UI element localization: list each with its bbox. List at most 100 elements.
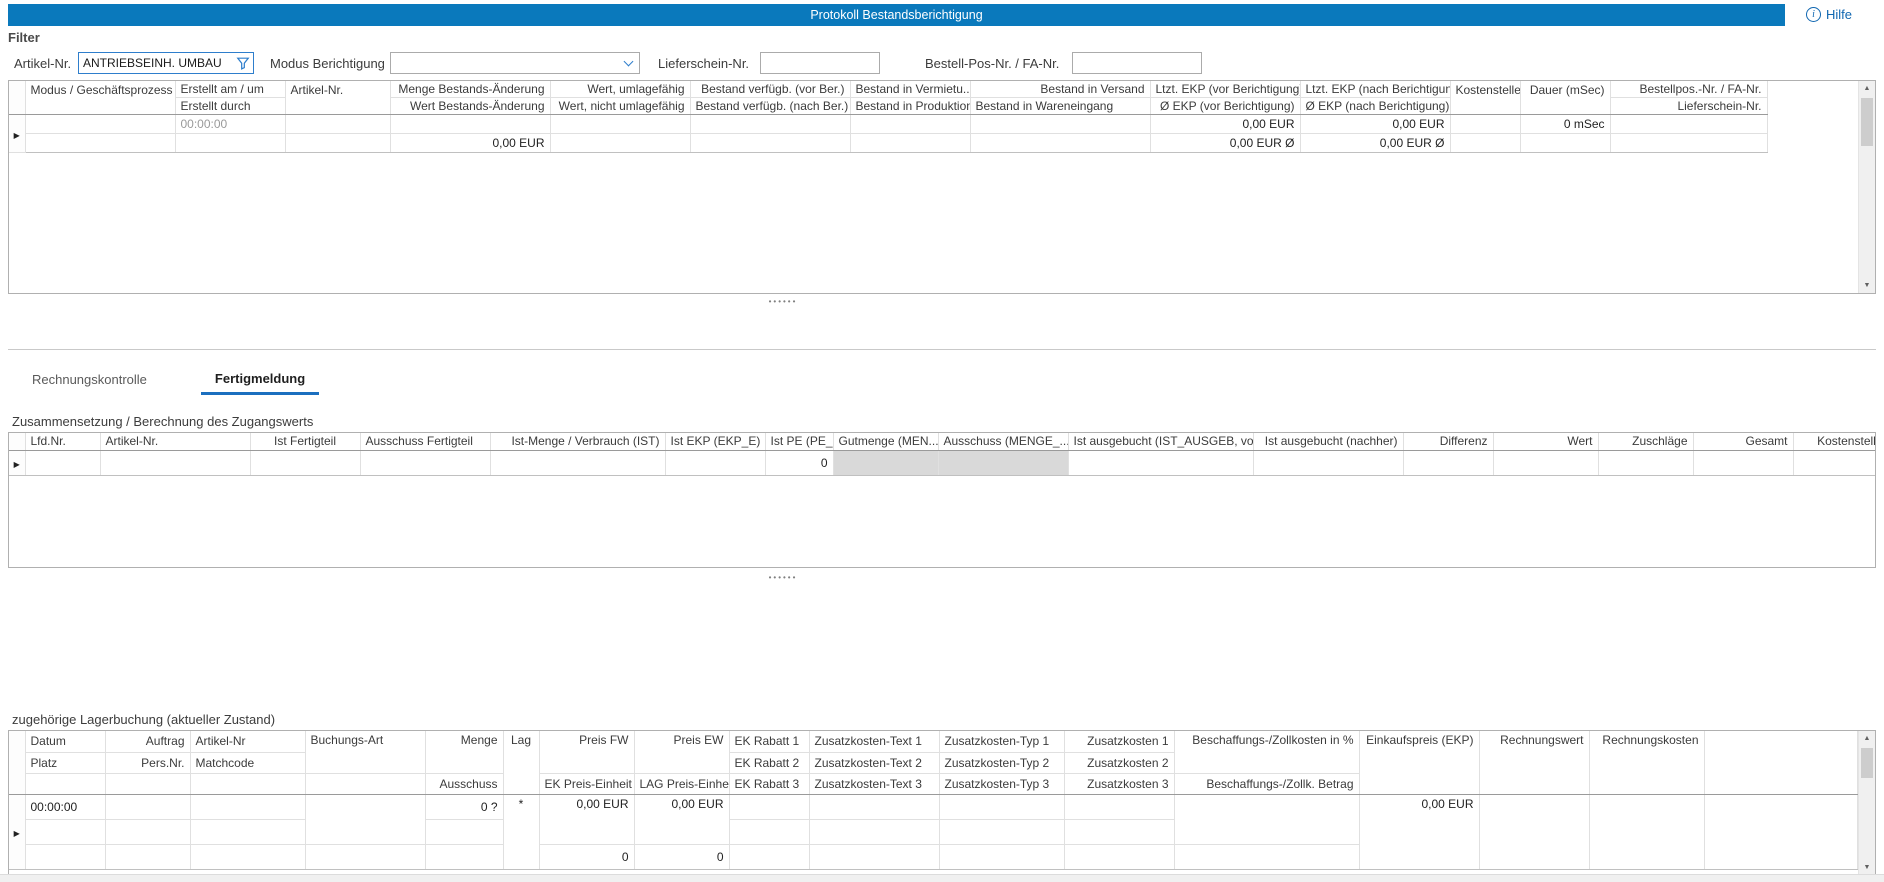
- cell-avg-ekp-nach[interactable]: 0,00 EUR Ø: [1300, 134, 1450, 153]
- col-header-bestand-verfuegbar-vor[interactable]: Bestand verfügb. (vor Ber.): [690, 81, 850, 98]
- cell-avg-ekp-vor[interactable]: 0,00 EUR Ø: [1150, 134, 1300, 153]
- col-header-bestand-produktion[interactable]: Bestand in Produktion: [850, 98, 970, 115]
- col-header-erstellt-am[interactable]: Erstellt am / um: [175, 81, 285, 98]
- col-header-auftrag[interactable]: Auftrag: [105, 731, 190, 752]
- cell-einkaufspreis-ekp[interactable]: 0,00 EUR: [1359, 794, 1479, 869]
- cell-lag-preis-einheit[interactable]: 0: [634, 844, 729, 869]
- cell-ltzt-ekp-vor[interactable]: 0,00 EUR: [1150, 115, 1300, 134]
- col-header-dauer[interactable]: Dauer (mSec): [1520, 81, 1610, 115]
- col-header-kostenstelle[interactable]: Kostenstelle: [1793, 433, 1876, 450]
- scroll-up-icon[interactable]: ▲: [1859, 731, 1875, 746]
- col-header-matchcode[interactable]: Matchcode: [190, 752, 305, 773]
- col-header-wert-bestands-aenderung[interactable]: Wert Bestands-Änderung: [390, 98, 550, 115]
- col-header-ausschuss[interactable]: Ausschuss: [425, 773, 503, 794]
- cell-datum[interactable]: 00:00:00: [25, 794, 105, 819]
- col-header-lfd-nr[interactable]: Lfd.Nr.: [25, 433, 100, 450]
- filter-funnel-icon[interactable]: [236, 56, 250, 70]
- col-header-ek-preis-einheit[interactable]: EK Preis-Einheit: [539, 773, 634, 794]
- scroll-down-icon[interactable]: ▼: [1859, 860, 1875, 875]
- cell-menge[interactable]: 0 ?: [425, 794, 503, 819]
- bestell-pos-nr-input[interactable]: [1072, 52, 1202, 74]
- col-header-preis-ew[interactable]: Preis EW: [634, 731, 729, 773]
- col-header-rechnungswert[interactable]: Rechnungswert: [1479, 731, 1589, 794]
- scrollbar-thumb[interactable]: [1861, 98, 1873, 146]
- col-header-zusatzkosten-typ-1[interactable]: Zusatzkosten-Typ 1: [939, 731, 1064, 752]
- cell-buchungs-art[interactable]: [305, 794, 425, 844]
- table-row[interactable]: ▶ 0: [9, 450, 1876, 475]
- col-header-wert-umlagefaehig[interactable]: Wert, umlagefähig: [550, 81, 690, 98]
- col-header-bestand-versand[interactable]: Bestand in Versand: [970, 81, 1150, 98]
- window-horizontal-scrollbar[interactable]: [0, 874, 1884, 882]
- artikel-nr-input[interactable]: [78, 52, 254, 74]
- col-header-menge[interactable]: Menge: [425, 731, 503, 773]
- col-header-ausschuss-fertigteil[interactable]: Ausschuss Fertigteil: [360, 433, 490, 450]
- col-header-beschaffung-zollkosten-prozent[interactable]: Beschaffungs-/Zollkosten in %: [1174, 731, 1359, 773]
- col-header-zusatzkosten-typ-3[interactable]: Zusatzkosten-Typ 3: [939, 773, 1064, 794]
- col-header-zusatzkosten-text-1[interactable]: Zusatzkosten-Text 1: [809, 731, 939, 752]
- col-header-lieferschein-nr[interactable]: Lieferschein-Nr.: [1610, 98, 1767, 115]
- col-header-avg-ekp-vor[interactable]: Ø EKP (vor Berichtigung): [1150, 98, 1300, 115]
- col-header-einkaufspreis-ekp[interactable]: Einkaufspreis (EKP): [1359, 731, 1479, 794]
- col-header-gesamt[interactable]: Gesamt: [1693, 433, 1793, 450]
- table-row[interactable]: ▶ 00:00:00 0,00 EUR 0,00 EUR 0 mSec: [9, 115, 1767, 134]
- cell-dauer[interactable]: 0 mSec: [1520, 115, 1610, 134]
- col-header-rechnungskosten[interactable]: Rechnungskosten: [1589, 731, 1704, 794]
- col-header-ausschuss-menge[interactable]: Ausschuss (MENGE_...: [938, 433, 1068, 450]
- splitter-handle[interactable]: ••••••: [0, 574, 1566, 582]
- col-header-datum[interactable]: Datum: [25, 731, 105, 752]
- col-header-ist-pe[interactable]: Ist PE (PE_E): [765, 433, 833, 450]
- col-header-differenz[interactable]: Differenz: [1403, 433, 1493, 450]
- cell-preis-fw[interactable]: 0,00 EUR: [539, 794, 634, 844]
- col-header-ek-rabatt-3[interactable]: EK Rabatt 3: [729, 773, 809, 794]
- scroll-up-icon[interactable]: ▲: [1859, 81, 1875, 96]
- cell-erstellt-am[interactable]: 00:00:00: [175, 115, 285, 134]
- col-header-ltzt-ekp-vor[interactable]: Ltzt. EKP (vor Berichtigung): [1150, 81, 1300, 98]
- table-row[interactable]: 0,00 EUR 0,00 EUR Ø 0,00 EUR Ø: [9, 134, 1767, 153]
- col-header-bestand-wareneingang[interactable]: Bestand in Wareneingang: [970, 98, 1150, 115]
- col-header-zusatzkosten-text-2[interactable]: Zusatzkosten-Text 2: [809, 752, 939, 773]
- col-header-ist-ausgebucht-vor[interactable]: Ist ausgebucht (IST_AUSGEB, vor...: [1068, 433, 1253, 450]
- col-header-ek-rabatt-1[interactable]: EK Rabatt 1: [729, 731, 809, 752]
- cell-lag[interactable]: *: [503, 794, 539, 869]
- cell-ltzt-ekp-nach[interactable]: 0,00 EUR: [1300, 115, 1450, 134]
- modus-berichtigung-select[interactable]: [390, 52, 640, 74]
- col-header-ist-fertigteil[interactable]: Ist Fertigteil: [250, 433, 360, 450]
- col-header-ek-rabatt-2[interactable]: EK Rabatt 2: [729, 752, 809, 773]
- col-header-gutmenge[interactable]: Gutmenge (MEN...: [833, 433, 938, 450]
- col-header-wert-nicht-umlagefaehig[interactable]: Wert, nicht umlagefähig: [550, 98, 690, 115]
- col-header-platz[interactable]: Platz: [25, 752, 105, 773]
- col-header-artikel-nr[interactable]: Artikel-Nr: [190, 731, 305, 752]
- col-header-ist-ekp[interactable]: Ist EKP (EKP_E): [665, 433, 765, 450]
- cell-beschaffung[interactable]: [1174, 794, 1359, 844]
- col-header-ist-ausgebucht-nachher[interactable]: Ist ausgebucht (nachher): [1253, 433, 1403, 450]
- col-header-zusatzkosten-typ-2[interactable]: Zusatzkosten-Typ 2: [939, 752, 1064, 773]
- col-header-modus-geschaeftsprozess[interactable]: Modus / Geschäftsprozess: [25, 81, 175, 115]
- tab-fertigmeldung[interactable]: Fertigmeldung: [201, 366, 319, 395]
- col-header-lag[interactable]: Lag: [503, 731, 539, 794]
- help-button[interactable]: i Hilfe: [1806, 7, 1852, 22]
- grid1-vertical-scrollbar[interactable]: ▲ ▼: [1858, 81, 1875, 293]
- cell-wert-bestands-aenderung[interactable]: 0,00 EUR: [390, 134, 550, 153]
- col-header-bestand-verfuegbar-nach[interactable]: Bestand verfügb. (nach Ber.): [690, 98, 850, 115]
- col-header-pers-nr[interactable]: Pers.Nr.: [105, 752, 190, 773]
- col-header-erstellt-durch[interactable]: Erstellt durch: [175, 98, 285, 115]
- col-header-bestand-vermietung[interactable]: Bestand in Vermietu...: [850, 81, 970, 98]
- col-header-zusatzkosten-1[interactable]: Zusatzkosten 1: [1064, 731, 1174, 752]
- col-header-ist-menge-verbrauch[interactable]: Ist-Menge / Verbrauch (IST): [490, 433, 665, 450]
- tab-rechnungskontrolle[interactable]: Rechnungskontrolle: [30, 367, 149, 395]
- col-header-zusatzkosten-2[interactable]: Zusatzkosten 2: [1064, 752, 1174, 773]
- col-header-lag-preis-einheit[interactable]: LAG Preis-Einheit: [634, 773, 729, 794]
- grid3-vertical-scrollbar[interactable]: ▲ ▼: [1858, 731, 1875, 875]
- scroll-down-icon[interactable]: ▼: [1859, 278, 1875, 293]
- cell-preis-ew[interactable]: 0,00 EUR: [634, 794, 729, 844]
- col-header-menge-bestands-aenderung[interactable]: Menge Bestands-Änderung: [390, 81, 550, 98]
- table-row[interactable]: ▶ 00:00:00 0 ? * 0,00 EUR 0,00 EUR 0,00 …: [9, 794, 1857, 819]
- splitter-handle[interactable]: ••••••: [0, 298, 1566, 306]
- col-header-avg-ekp-nach[interactable]: Ø EKP (nach Berichtigung): [1300, 98, 1450, 115]
- col-header-zusatzkosten-3[interactable]: Zusatzkosten 3: [1064, 773, 1174, 794]
- col-header-buchungs-art[interactable]: Buchungs-Art: [305, 731, 425, 773]
- col-header-wert[interactable]: Wert: [1493, 433, 1598, 450]
- col-header-preis-fw[interactable]: Preis FW: [539, 731, 634, 773]
- lieferschein-nr-input[interactable]: [760, 52, 880, 74]
- col-header-artikel-nr[interactable]: Artikel-Nr.: [285, 81, 390, 115]
